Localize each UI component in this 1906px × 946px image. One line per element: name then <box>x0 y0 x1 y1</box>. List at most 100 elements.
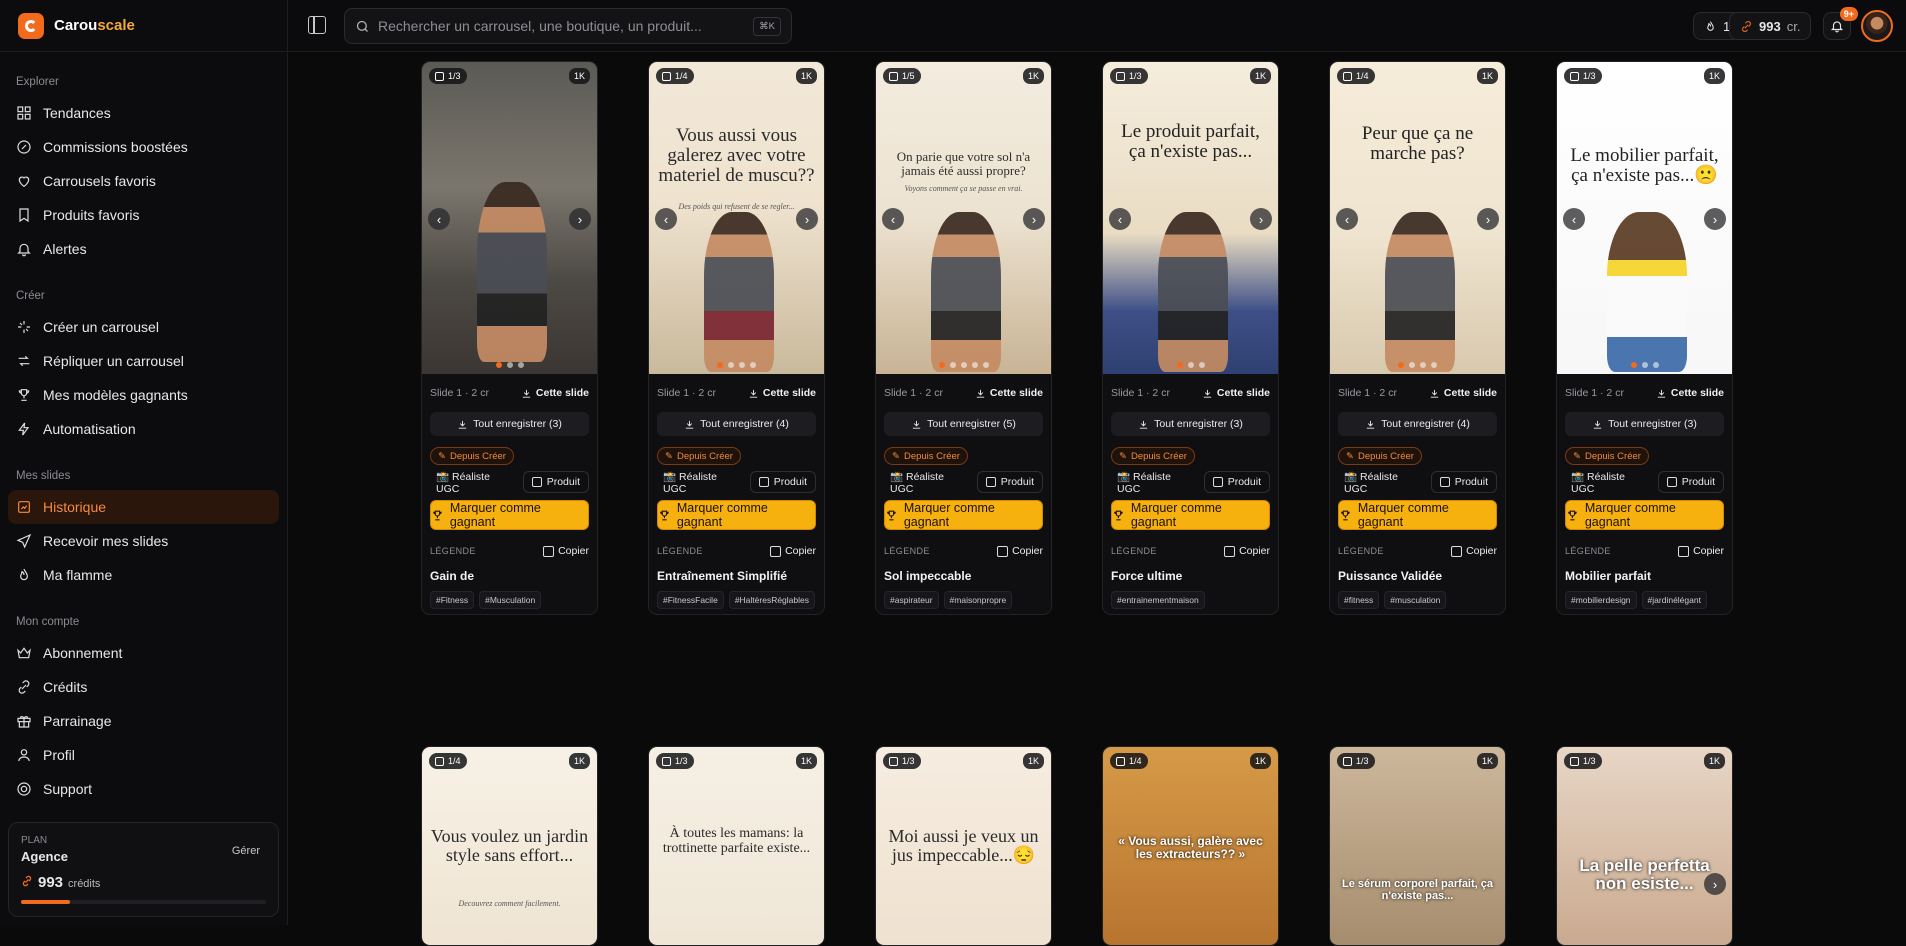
slide-preview[interactable]: Moi aussi je veux un jus impeccable...😔 1… <box>876 747 1051 945</box>
hashtag[interactable]: #FitnessFacile <box>657 591 724 609</box>
mark-winner-button[interactable]: Marquer comme gagnant <box>1111 500 1270 530</box>
slide-dot[interactable] <box>1630 362 1637 368</box>
hashtag[interactable]: #Musculation <box>479 591 542 609</box>
sidebar-item-historique[interactable]: Historique <box>8 490 279 524</box>
slide-dot[interactable] <box>971 362 978 368</box>
slide-preview[interactable]: Peur que ça ne marche pas? 1/4 1K ‹ › <box>1330 62 1505 374</box>
hashtag[interactable]: #Carouscale <box>884 614 944 615</box>
save-all-button[interactable]: Tout enregistrer (5) <box>884 412 1043 436</box>
next-slide-button[interactable]: › <box>796 208 818 230</box>
hashtag[interactable]: #Carouscale <box>1565 614 1625 615</box>
sidebar-item-ma-flamme[interactable]: Ma flamme <box>8 558 279 592</box>
prev-slide-button[interactable]: ‹ <box>428 208 450 230</box>
save-all-button[interactable]: Tout enregistrer (3) <box>430 412 589 436</box>
save-all-button[interactable]: Tout enregistrer (4) <box>1338 412 1497 436</box>
carousel-card[interactable]: 1/3 1K ‹ › Slide 1 · 2 cr Cette slide Tout enr… <box>421 61 598 615</box>
slide-dot[interactable] <box>739 362 745 368</box>
download-slide-button[interactable]: Cette slide <box>1656 387 1724 399</box>
product-button[interactable]: Produit <box>749 471 816 493</box>
slide-dot[interactable] <box>750 362 756 368</box>
product-button[interactable]: Produit <box>522 471 589 493</box>
slide-preview[interactable]: « Vous aussi, galère avec les extracteur… <box>1103 747 1278 945</box>
prev-slide-button[interactable]: ‹ <box>1336 208 1358 230</box>
download-slide-button[interactable]: Cette slide <box>1429 387 1497 399</box>
slide-preview[interactable]: 1/3 1K ‹ › <box>422 62 597 374</box>
slide-dot[interactable] <box>517 362 524 368</box>
hashtag[interactable]: #HaltèresRéglables <box>728 591 815 609</box>
sidebar-toggle-icon[interactable] <box>308 16 326 34</box>
slide-dot[interactable] <box>1198 362 1205 368</box>
slide-dot[interactable] <box>949 362 956 368</box>
carousel-card[interactable]: Le sérum corporel parfait, ça n'existe p… <box>1329 746 1506 946</box>
slide-preview[interactable]: La pelle perfetta non esiste... 1/3 1K › <box>1557 747 1732 945</box>
sidebar-item-repliquer-un-carrousel[interactable]: Répliquer un carrousel <box>8 344 279 378</box>
hashtag[interactable]: #fitness <box>1338 591 1380 609</box>
next-slide-button[interactable]: › <box>1477 208 1499 230</box>
slide-preview[interactable]: Le sérum corporel parfait, ça n'existe p… <box>1330 747 1505 945</box>
slide-dot[interactable] <box>1176 362 1183 368</box>
slide-preview[interactable]: On parie que votre sol n'a jamais été au… <box>876 62 1051 374</box>
sidebar-item-profil[interactable]: Profil <box>8 738 279 772</box>
slide-dot[interactable] <box>506 362 513 368</box>
next-slide-button[interactable]: › <box>1704 208 1726 230</box>
slide-dot[interactable] <box>1420 362 1426 368</box>
hashtag[interactable]: #musculation <box>1384 591 1447 609</box>
hashtag[interactable]: #mobilierdesign <box>1565 591 1637 609</box>
sidebar-item-creer-un-carrousel[interactable]: Créer un carrousel <box>8 310 279 344</box>
sidebar-item-commissions-boostees[interactable]: Commissions boostées <box>8 130 279 164</box>
hashtag[interactable]: #Carouscale <box>430 614 490 615</box>
sidebar-item-mes-modeles-gagnants[interactable]: Mes modèles gagnants <box>8 378 279 412</box>
carousel-card[interactable]: Vous aussi vous galerez avec votre mater… <box>648 61 825 615</box>
mark-winner-button[interactable]: Marquer comme gagnant <box>657 500 816 530</box>
sidebar-item-tendances[interactable]: Tendances <box>8 96 279 130</box>
product-button[interactable]: Produit <box>1430 471 1497 493</box>
copy-caption-button[interactable]: Copier <box>770 545 816 557</box>
credits-pill[interactable]: 993 cr. <box>1729 12 1812 40</box>
slide-dot[interactable] <box>938 362 945 368</box>
prev-slide-button[interactable]: ‹ <box>1563 208 1585 230</box>
sidebar-item-recevoir-mes-slides[interactable]: Recevoir mes slides <box>8 524 279 558</box>
slide-preview[interactable]: Vous aussi vous galerez avec votre mater… <box>649 62 824 374</box>
sidebar-item-support[interactable]: Support <box>8 772 279 806</box>
hashtag[interactable]: #entrainementmaison <box>1111 591 1205 609</box>
hashtag[interactable]: #jardinélégant <box>1641 591 1707 609</box>
carousel-card[interactable]: Le produit parfait, ça n'existe pas... 1/… <box>1102 61 1279 615</box>
carousel-card[interactable]: À toutes les mamans: la trottinette parf… <box>648 746 825 946</box>
slide-dot[interactable] <box>1187 362 1194 368</box>
carousel-card[interactable]: La pelle perfetta non esiste... 1/3 1K › <box>1556 746 1733 946</box>
hashtag[interactable]: #musculation <box>1111 614 1173 615</box>
slide-dot[interactable] <box>717 362 723 368</box>
sidebar-item-alertes[interactable]: Alertes <box>8 232 279 266</box>
copy-caption-button[interactable]: Copier <box>1224 545 1270 557</box>
sidebar-item-parrainage[interactable]: Parrainage <box>8 704 279 738</box>
slide-dot[interactable] <box>1652 362 1659 368</box>
product-button[interactable]: Produit <box>1203 471 1270 493</box>
search-bar[interactable]: ⌘K <box>344 8 792 44</box>
sidebar-item-credits[interactable]: Crédits <box>8 670 279 704</box>
slide-dot[interactable] <box>1641 362 1648 368</box>
sidebar-item-abonnement[interactable]: Abonnement <box>8 636 279 670</box>
slide-dot[interactable] <box>1409 362 1415 368</box>
save-all-button[interactable]: Tout enregistrer (3) <box>1565 412 1724 436</box>
carousel-card[interactable]: « Vous aussi, galère avec les extracteur… <box>1102 746 1279 946</box>
avatar[interactable] <box>1861 10 1893 42</box>
mark-winner-button[interactable]: Marquer comme gagnant <box>1338 500 1497 530</box>
mark-winner-button[interactable]: Marquer comme gagnant <box>1565 500 1724 530</box>
carousel-card[interactable]: Vous voulez un jardin style sans effort.… <box>421 746 598 946</box>
hashtag[interactable]: #Carouscale <box>1338 614 1398 615</box>
slide-dot[interactable] <box>495 362 502 368</box>
hashtag[interactable]: #Carouscale <box>1178 614 1238 615</box>
slide-preview[interactable]: Le mobilier parfait, ça n'existe pas...🙁… <box>1557 62 1732 374</box>
hashtag[interactable]: #maisonpropre <box>943 591 1013 609</box>
sidebar-item-produits-favoris[interactable]: Produits favoris <box>8 198 279 232</box>
prev-slide-button[interactable]: ‹ <box>655 208 677 230</box>
carousel-card[interactable]: On parie que votre sol n'a jamais été au… <box>875 61 1052 615</box>
download-slide-button[interactable]: Cette slide <box>1202 387 1270 399</box>
download-slide-button[interactable]: Cette slide <box>521 387 589 399</box>
prev-slide-button[interactable]: ‹ <box>882 208 904 230</box>
slide-dot[interactable] <box>728 362 734 368</box>
slide-preview[interactable]: Vous voulez un jardin style sans effort.… <box>422 747 597 945</box>
prev-slide-button[interactable]: ‹ <box>1109 208 1131 230</box>
copy-caption-button[interactable]: Copier <box>997 545 1043 557</box>
sidebar-item-automatisation[interactable]: Automatisation <box>8 412 279 446</box>
